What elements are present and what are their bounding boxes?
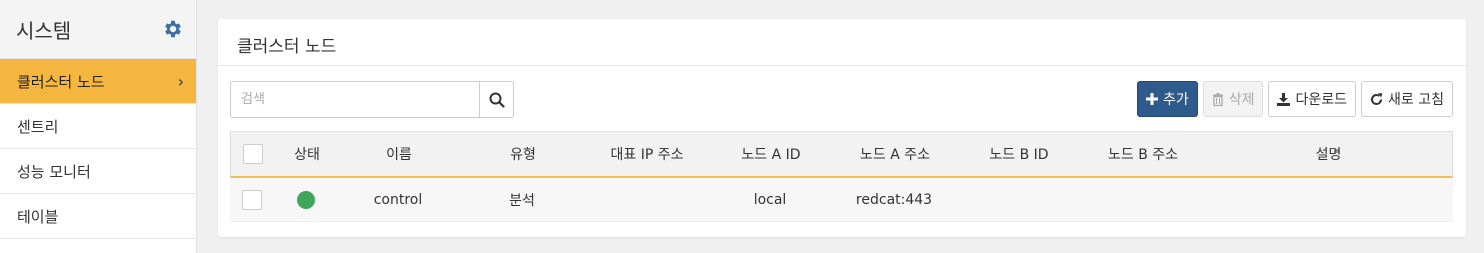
header-description[interactable]: 설명 — [1203, 132, 1454, 176]
node-b-id-cell — [954, 178, 1082, 221]
chevron-right-icon: › — [177, 71, 184, 91]
header-node-b-addr[interactable]: 노드 B 주소 — [1083, 132, 1203, 176]
search-button[interactable] — [480, 81, 514, 118]
sidebar-item-label: 클러스터 노드 — [17, 72, 105, 91]
download-icon — [1277, 92, 1291, 106]
page-title: 클러스터 노드 — [237, 37, 337, 57]
row-checkbox[interactable] — [242, 189, 262, 210]
download-button-label: 다운로드 — [1295, 92, 1348, 108]
sidebar-item-label: 센트리 — [17, 117, 59, 136]
status-online-icon — [297, 190, 315, 209]
search-group — [230, 81, 514, 118]
header-node-b-id[interactable]: 노드 B ID — [955, 132, 1083, 176]
sidebar-item-sentry[interactable]: 센트리 — [0, 104, 196, 149]
add-button[interactable]: 추가 — [1136, 81, 1198, 117]
sidebar-item-cluster-nodes[interactable]: 클러스터 노드 › — [0, 59, 196, 104]
type-cell: 분석 — [509, 192, 535, 209]
sidebar-item-label: 테이블 — [17, 207, 59, 226]
row-select-cell — [230, 178, 274, 221]
header-type[interactable]: 유형 — [459, 132, 587, 176]
refresh-button-label: 새로 고침 — [1388, 92, 1444, 108]
add-button-label: 추가 — [1162, 92, 1189, 108]
sidebar-title: 시스템 — [16, 18, 72, 43]
nodes-table: 상태 이름 유형 대표 IP 주소 노드 A ID 노드 A 주소 노드 B I… — [230, 131, 1453, 222]
header-node-a-addr[interactable]: 노드 A 주소 — [835, 132, 955, 176]
header-status[interactable]: 상태 — [275, 132, 339, 176]
select-all-checkbox[interactable] — [243, 144, 263, 164]
refresh-icon — [1371, 92, 1383, 105]
search-input[interactable] — [230, 81, 480, 118]
search-icon — [489, 92, 505, 108]
cluster-nodes-panel: 클러스터 노드 추가 삭제 다운로드 새로 고침 상태 — [218, 19, 1466, 237]
sidebar: 시스템 클러스터 노드 › 센트리 성능 모니터 테이블 — [0, 0, 197, 253]
delete-button[interactable]: 삭제 — [1202, 81, 1264, 117]
sidebar-item-performance-monitor[interactable]: 성능 모니터 — [0, 149, 196, 194]
node-a-addr-cell: redcat:443 — [855, 191, 933, 208]
refresh-button[interactable]: 새로 고침 — [1361, 81, 1453, 117]
table-row[interactable]: control 분석 local redcat:443 — [230, 178, 1453, 222]
ip-cell — [586, 178, 706, 221]
node-a-id-cell: local — [753, 191, 787, 208]
header-name[interactable]: 이름 — [339, 132, 459, 176]
header-node-a-id[interactable]: 노드 A ID — [707, 132, 835, 176]
sidebar-item-tables[interactable]: 테이블 — [0, 194, 196, 239]
header-ip[interactable]: 대표 IP 주소 — [587, 132, 707, 176]
gear-icon[interactable] — [162, 18, 184, 40]
node-b-addr-cell — [1082, 178, 1202, 221]
description-cell — [1202, 178, 1453, 221]
status-cell — [274, 178, 338, 221]
download-button[interactable]: 다운로드 — [1268, 81, 1357, 117]
toolbar: 추가 삭제 다운로드 새로 고침 — [1136, 81, 1453, 117]
plus-icon — [1145, 93, 1158, 105]
sidebar-header: 시스템 — [0, 0, 196, 59]
select-all-cell — [231, 132, 275, 176]
divider — [218, 65, 1466, 66]
trash-icon — [1212, 92, 1223, 106]
table-header: 상태 이름 유형 대표 IP 주소 노드 A ID 노드 A 주소 노드 B I… — [230, 131, 1453, 178]
name-cell: control — [373, 191, 423, 208]
delete-button-label: 삭제 — [1228, 92, 1255, 108]
sidebar-item-label: 성능 모니터 — [17, 162, 91, 181]
